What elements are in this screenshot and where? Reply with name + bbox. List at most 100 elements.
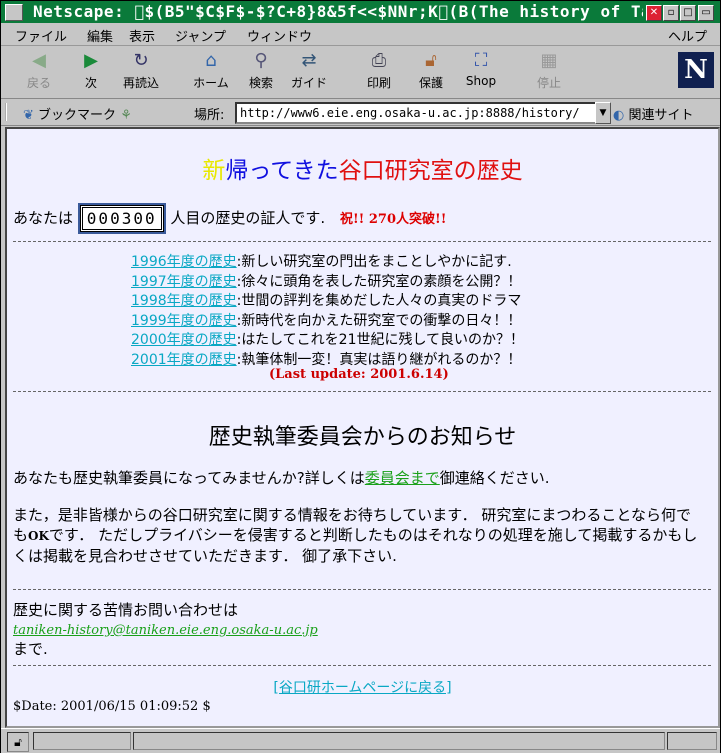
contact-email-link[interactable]: taniken-history@taniken.eie.eng.osaka-u.…: [13, 623, 318, 638]
reload-label: 再読込: [122, 76, 159, 90]
divider: [13, 589, 711, 590]
shop-label: Shop: [465, 74, 497, 88]
progress-bar: [33, 732, 131, 750]
divider: [13, 241, 711, 242]
security-button[interactable]: 🔓︎ 保護: [409, 50, 453, 96]
history-link-1997[interactable]: 1997年度の歴史: [131, 274, 237, 290]
guide-icon: ⇄: [301, 50, 317, 71]
search-button[interactable]: ⚲ 検索: [239, 50, 283, 96]
recruit-text-after: 御連絡ください.: [439, 469, 550, 487]
history-list: 1996年度の歴史:新しい研究室の門出をまことしやかに記す. 1997年度の歴史…: [131, 253, 524, 370]
title-lab-history: 谷口研究室の歴史: [338, 158, 523, 184]
maximize-icon[interactable]: □: [680, 5, 696, 21]
bookmarks-button[interactable]: ❦ ブックマーク ⚘: [23, 104, 132, 123]
visitor-counter-row: あなたは 000300 人目の歴史の証人です. 祝!! 270人突破!!: [13, 203, 447, 234]
search-icon: ⚲: [254, 50, 268, 71]
toolbar-grip[interactable]: [5, 103, 15, 121]
info-ok: OK: [28, 529, 49, 543]
list-item: 1997年度の歴史:徐々に頭角を表した研究室の素顔を公開？！: [131, 273, 524, 293]
back-button[interactable]: ◀ 戻る: [17, 50, 61, 96]
page-proxy-icon: ⚘: [120, 108, 132, 123]
info-paragraph: また，是非皆様からの谷口研究室に関する情報をお待ちしています． 研究室にまつわる…: [13, 505, 703, 566]
forward-arrow-icon: ▶: [84, 50, 98, 71]
title-returned: 帰ってきた: [225, 158, 339, 184]
history-desc-1997: :徐々に頭角を表した研究室の素顔を公開？！: [236, 273, 522, 290]
contact-block: 歴史に関する苦情お問い合わせは taniken-history@taniken.…: [13, 601, 318, 659]
status-bar: 🔓︎: [1, 728, 720, 753]
counter-prefix: あなたは: [13, 209, 74, 227]
page-title: 新帰ってきた谷口研究室の歴史: [7, 151, 718, 185]
page-content[interactable]: 新帰ってきた谷口研究室の歴史 あなたは 000300 人目の歴史の証人です. 祝…: [5, 127, 720, 728]
security-label: 保護: [418, 76, 443, 90]
print-label: 印刷: [366, 76, 391, 90]
history-desc-2001: :執筆体制一変！真実は語り継がれるのか？！: [236, 351, 522, 368]
home-button[interactable]: ⌂ ホーム: [189, 50, 233, 96]
history-link-2000[interactable]: 2000年度の歴史: [131, 332, 237, 348]
recruit-paragraph: あなたも歴史執筆委員になってみませんか?詳しくは委員会まで御連絡ください.: [13, 467, 550, 488]
menu-help[interactable]: ヘルプ: [668, 26, 707, 45]
window-menu-button[interactable]: [5, 4, 23, 21]
history-link-1998[interactable]: 1998年度の歴史: [131, 293, 237, 309]
divider: [13, 665, 711, 666]
print-button[interactable]: ⎙ 印刷: [357, 50, 401, 96]
stop-label: 停止: [536, 76, 561, 90]
back-to-home-link[interactable]: [谷口研ホームページに戻る]: [273, 680, 451, 696]
location-bar: ❦ ブックマーク ⚘ 場所: http://www6.eie.eng.osaka…: [1, 99, 720, 126]
bookmark-ribbon-icon: ❦: [23, 108, 34, 123]
visitor-counter: 000300: [77, 203, 166, 234]
menu-jump[interactable]: ジャンプ: [175, 26, 226, 45]
related-sites-icon: ◐: [613, 108, 625, 123]
contact-line: 歴史に関する苦情お問い合わせは: [13, 601, 239, 619]
committee-link[interactable]: 委員会まで: [365, 469, 440, 487]
shopping-bag-icon: ⛶: [474, 50, 488, 71]
title-bar[interactable]: Netscape:  $(B5"$C$F$-$?C+8}8&5f<<$NNr;K…: [1, 1, 720, 23]
history-desc-1999: :新時代を向かえた研究室での衝撃の日々！！: [236, 312, 522, 329]
bookmarks-label: ブックマーク: [38, 108, 117, 123]
close-icon[interactable]: ✕: [646, 5, 662, 21]
history-link-1999[interactable]: 1999年度の歴史: [131, 313, 237, 329]
minimize-icon[interactable]: ▫: [663, 5, 679, 21]
back-arrow-icon: ◀: [32, 50, 46, 71]
list-item: 1996年度の歴史:新しい研究室の門出をまことしやかに記す.: [131, 253, 524, 273]
home-label: ホーム: [193, 76, 229, 90]
menu-file[interactable]: ファイル: [15, 26, 67, 45]
history-desc-1998: :世間の評判を集めだした人々の真実のドラマ: [236, 293, 522, 309]
home-icon: ⌂: [205, 50, 217, 71]
status-text: [133, 732, 665, 750]
history-link-2001[interactable]: 2001年度の歴史: [131, 352, 237, 368]
restore-icon[interactable]: ▭: [698, 5, 714, 21]
related-sites-button[interactable]: ◐ 関連サイト: [613, 104, 694, 123]
notice-title: 歴史執筆委員会からのお知らせ: [208, 425, 517, 450]
back-label: 戻る: [26, 76, 51, 90]
menu-view[interactable]: 表示: [129, 26, 155, 45]
netscape-logo[interactable]: N: [678, 52, 714, 88]
search-label: 検索: [248, 76, 273, 90]
revision-date: $Date: 2001/06/15 01:09:52 $: [13, 699, 211, 714]
guide-label: ガイド: [290, 76, 327, 90]
history-desc-1996: :新しい研究室の門出をまことしやかに記す.: [236, 254, 512, 270]
list-item: 1998年度の歴史:世間の評判を集めだした人々の真実のドラマ: [131, 292, 524, 312]
menu-bar: ファイル 編集 表示 ジャンプ ウィンドウ ヘルプ: [1, 23, 720, 46]
history-desc-2000: :はたしてこれを21世紀に残して良いのか？！: [236, 332, 525, 348]
counter-suffix: 人目の歴史の証人です.: [170, 209, 326, 227]
url-input[interactable]: http://www6.eie.eng.osaka-u.ac.jp:8888/h…: [235, 102, 598, 124]
menu-edit[interactable]: 編集: [87, 26, 113, 45]
shop-button[interactable]: ⛶ Shop: [459, 50, 503, 96]
stop-button[interactable]: ▦ 停止: [527, 50, 571, 96]
printer-icon: ⎙: [371, 50, 387, 71]
forward-button[interactable]: ▶ 次: [69, 50, 113, 96]
browser-window: Netscape:  $(B5"$C$F$-$?C+8}8&5f<<$NNr;K…: [0, 0, 721, 753]
reload-button[interactable]: ↻ 再読込: [119, 50, 163, 96]
celebration-text: 祝!! 270人突破!!: [339, 212, 447, 227]
guide-button[interactable]: ⇄ ガイド: [287, 50, 331, 96]
url-dropdown-icon[interactable]: ▼: [595, 102, 611, 124]
related-sites-label: 関連サイト: [628, 108, 694, 123]
list-item: 2000年度の歴史:はたしてこれを21世紀に残して良いのか？！: [131, 331, 524, 351]
lock-icon: 🔓︎: [425, 50, 437, 71]
forward-label: 次: [84, 76, 97, 90]
menu-window[interactable]: ウィンドウ: [247, 26, 312, 45]
last-update: (Last update: 2001.6.14): [269, 367, 449, 382]
security-status-icon[interactable]: 🔓︎: [7, 732, 29, 752]
history-link-1996[interactable]: 1996年度の歴史: [131, 254, 237, 270]
component-bar: [667, 732, 717, 750]
